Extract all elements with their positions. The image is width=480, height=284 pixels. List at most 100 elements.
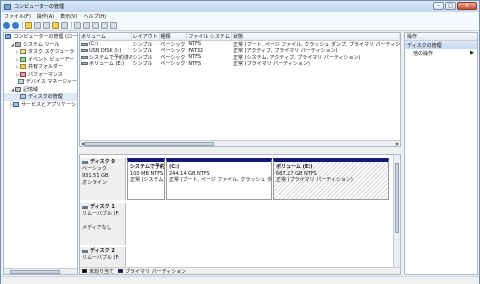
performance-icon	[20, 71, 26, 77]
tree-item-label: デバイス マネージャー	[25, 79, 77, 86]
table-row[interactable]: ボリューム (E:) シンプル ベーシック NTFS 正常 (プライマリ パーティション…	[80, 61, 400, 68]
cell-file-system-text: NTFS	[188, 54, 202, 61]
cell-type: ベーシック	[160, 61, 188, 67]
volume-list-horizontal-scrollbar[interactable]: ◀ ▶	[80, 140, 400, 146]
minimize-button[interactable]: –	[433, 2, 444, 10]
disk-map-vertical-scrollbar[interactable]	[393, 155, 400, 268]
list-view-icon[interactable]	[61, 22, 68, 29]
tools-icon	[15, 41, 21, 47]
column-header-volume[interactable]: ボリューム	[80, 33, 132, 40]
volume-icon	[81, 55, 88, 59]
back-arrow-icon[interactable]	[3, 22, 10, 29]
navigation-tree: コンピューターの管理 (ロー ◢ システム ツール ▷ タスク スケジューラ ▷ イベント …	[3, 32, 78, 275]
tree-item[interactable]: ▷サービスとアプリケーション	[4, 101, 77, 109]
partition-block[interactable]: (C:) 244.14 GB NTFS 正常 (ブート, ページ ファイル, クラッ…	[166, 158, 272, 200]
partition-status: 正常 (システム,	[130, 177, 165, 183]
cell-file-system-text: NTFS	[188, 41, 202, 48]
column-header-file-system[interactable]: ファイル システム	[187, 33, 233, 40]
menu-view[interactable]: 表示(V)	[57, 13, 80, 20]
disk-name-text: ディスク 2	[90, 248, 115, 254]
copy-icon[interactable]	[92, 22, 99, 29]
cell-volume-text: ボリューム (E:)	[89, 61, 125, 67]
up-folder-icon[interactable]	[25, 22, 32, 29]
disk-info-line	[82, 218, 123, 225]
tree-item-label: イベント ビューアー	[28, 56, 75, 63]
forward-arrow-icon[interactable]	[12, 22, 19, 29]
disk-info-line: リムーバブル (F:	[82, 211, 120, 217]
partition-block[interactable]: システムで予約 100 MB NTFS 正常 (システム,	[127, 158, 165, 200]
tree-item[interactable]: コンピューターの管理 (ロー	[4, 33, 77, 41]
partition-strip	[126, 203, 392, 245]
tree-item-label: 記憶域	[23, 86, 39, 93]
menu-file[interactable]: ファイル(F)	[1, 13, 34, 20]
tree-horizontal-scrollbar[interactable]	[4, 268, 77, 274]
disk-name: ディスク 0	[82, 159, 123, 166]
disk-label[interactable]: ディスク 2 リムーバブル (F:	[80, 247, 126, 269]
actions-more-item[interactable]: 他の操作 ▶	[405, 49, 477, 57]
storage-icon	[15, 86, 21, 92]
cell-layout-text: シンプル	[132, 61, 153, 67]
tree-item-label: コンピューターの管理 (ロー	[13, 34, 77, 41]
tree-item[interactable]: ディスクの管理	[4, 93, 77, 101]
search-icon[interactable]	[101, 22, 108, 29]
actions-section-disk-management[interactable]: ディスクの管理	[405, 41, 477, 49]
window-title: コンピューターの管理	[14, 4, 65, 10]
tree-item[interactable]: ◢ システム ツール	[4, 41, 77, 49]
tree-item-label: サービスとアプリケーション	[21, 101, 77, 108]
menu-action[interactable]: 操作(A)	[34, 13, 57, 20]
close-button[interactable]: ✕	[457, 2, 477, 10]
maximize-button[interactable]: □	[445, 2, 456, 10]
connect-icon[interactable]	[74, 22, 81, 29]
scroll-thumb[interactable]	[395, 163, 399, 233]
primary-partition-swatch	[118, 269, 124, 273]
app-window: コンピューターの管理 – □ ✕ ファイル(F) 操作(A) 表示(V) ヘルプ…	[0, 0, 480, 284]
computer-icon	[5, 34, 12, 40]
partition-name: システムで予約	[130, 164, 165, 170]
disk-icon	[82, 206, 88, 209]
grid-view-icon[interactable]	[110, 22, 117, 29]
scroll-thumb[interactable]	[10, 270, 60, 274]
cell-layout: シンプル	[132, 61, 160, 67]
partition-strip	[126, 247, 392, 269]
cell-file-system: NTFS	[187, 61, 232, 68]
menu-help[interactable]: ヘルプ(H)	[80, 13, 109, 20]
disk-row: ディスク 1 リムーバブル (F: メディアなし	[80, 203, 392, 245]
tree-item[interactable]: ▷ イベント ビューアー	[4, 56, 77, 64]
delete-icon[interactable]	[83, 22, 90, 29]
volume-icon	[81, 42, 88, 46]
cell-volume-text: USB DISK (I:)	[89, 47, 122, 54]
disk-label[interactable]: ディスク 1 リムーバブル (F: メディアなし	[80, 203, 126, 245]
event-viewer-icon	[20, 56, 26, 62]
help-icon[interactable]	[52, 22, 59, 29]
scroll-right-icon[interactable]: ▶	[396, 141, 399, 146]
cell-volume: ボリューム (E:)	[80, 61, 132, 67]
scroll-thumb[interactable]	[84, 142, 214, 146]
disk-label[interactable]: ディスク 0 ベーシック 931.51 GB オンライン	[80, 158, 126, 200]
tree-item-label: システム ツール	[23, 41, 60, 48]
column-header-layout[interactable]: レイアウト	[132, 33, 160, 40]
device-manager-icon	[17, 79, 24, 85]
tree-item[interactable]: ▷ パフォーマンス	[4, 71, 77, 79]
services-icon	[13, 101, 20, 107]
volume-list-header: ボリューム レイアウト 種類 ファイル システム 状態	[80, 33, 400, 41]
disk-name: ディスク 2	[82, 248, 123, 255]
column-header-type[interactable]: 種類	[160, 33, 188, 40]
tree-item[interactable]: ◢ 記憶域	[4, 86, 77, 94]
empty-disk-area	[126, 247, 392, 269]
properties-icon[interactable]	[43, 22, 50, 29]
disk-info-line: リムーバブル (F:	[82, 255, 120, 261]
tree-item[interactable]: ▷ 共有フォルダー	[4, 63, 77, 71]
partition-block[interactable]: ボリューム (E:) 687.27 GB NTFS 正常 (プライマリ パーティショ…	[273, 158, 389, 200]
tree-item-label: ディスクの管理	[28, 94, 63, 101]
disk-info-line: 931.51 GB	[82, 173, 109, 179]
cell-status-text: 正常 (プライマリ パーティション)	[233, 61, 310, 67]
disk-management-icon	[20, 94, 26, 100]
tree-item[interactable]: ▷ タスク スケジューラ	[4, 48, 77, 56]
disk-icon	[82, 161, 88, 164]
show-hide-tree-icon[interactable]	[34, 22, 41, 29]
title-bar: コンピューターの管理 – □ ✕	[1, 1, 479, 12]
cell-file-system-text: NTFS	[188, 60, 202, 67]
tree-item[interactable]: デバイス マネージャー	[4, 78, 77, 86]
disk-info-line: オンライン	[82, 180, 108, 186]
column-header-status[interactable]: 状態	[232, 33, 400, 40]
